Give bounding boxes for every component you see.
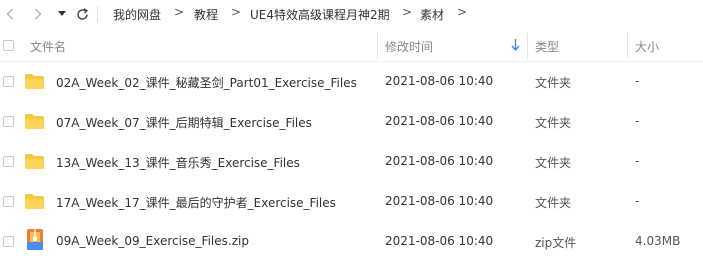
breadcrumb-item-my-drive[interactable]: 我的网盘 [113,6,161,23]
file-row[interactable]: 02A_Week_02_课件_秘藏圣剑_Part01_Exercise_File… [0,62,703,102]
file-size: 4.03MB [635,234,681,248]
file-row[interactable]: 07A_Week_07_课件_后期特辑_Exercise_Files 2021-… [0,102,703,142]
toolbar-divider [97,6,98,22]
row-checkbox[interactable] [3,156,14,167]
breadcrumb-item-course[interactable]: UE4特效高级课程月神2期 [250,6,390,23]
file-row[interactable]: 09A_Week_09_Exercise_Files.zip 2021-08-0… [0,222,703,262]
caret-down-icon [58,11,66,16]
zip-file-icon [27,229,43,250]
column-divider[interactable] [527,33,528,59]
column-divider[interactable] [377,33,378,59]
refresh-button[interactable] [74,5,90,23]
chevron-left-icon [6,8,13,20]
file-row[interactable]: 17A_Week_17_课件_最后的守护者_Exercise_Files 202… [0,182,703,222]
column-header-name[interactable]: 文件名 [30,38,66,55]
file-list-header: 文件名 修改时间 类型 大小 [0,34,703,58]
folder-icon [25,194,44,209]
file-modified-time: 2021-08-06 10:40 [385,114,494,128]
navigation-toolbar: 我的网盘 > 教程 > UE4特效高级课程月神2期 > 素材 > [0,0,703,29]
row-checkbox[interactable] [3,196,14,207]
file-size: - [635,154,640,168]
file-name[interactable]: 09A_Week_09_Exercise_Files.zip [56,234,249,248]
breadcrumb-separator: > [402,5,413,19]
refresh-icon [76,7,88,20]
sort-descending-icon[interactable] [511,39,520,51]
file-row[interactable]: 13A_Week_13_课件_音乐秀_Exercise_Files 2021-0… [0,142,703,182]
file-type: 文件夹 [535,196,572,210]
file-type: 文件夹 [535,116,572,130]
folder-icon [25,154,44,169]
file-modified-time: 2021-08-06 10:40 [385,74,494,88]
file-size: - [635,114,640,128]
select-all-checkbox[interactable] [3,40,14,51]
file-size: - [635,194,640,208]
file-name[interactable]: 02A_Week_02_课件_秘藏圣剑_Part01_Exercise_File… [56,74,357,91]
breadcrumb-item-tutorials[interactable]: 教程 [194,6,218,23]
folder-icon [25,74,44,89]
file-name[interactable]: 13A_Week_13_课件_音乐秀_Exercise_Files [56,154,300,171]
breadcrumb-separator: > [231,5,242,19]
row-checkbox[interactable] [3,76,14,87]
file-type: 文件夹 [535,76,572,90]
file-size: - [635,74,640,88]
file-modified-time: 2021-08-06 10:40 [385,154,494,168]
file-name[interactable]: 17A_Week_17_课件_最后的守护者_Exercise_Files [56,194,336,211]
row-checkbox[interactable] [3,236,14,247]
column-divider[interactable] [627,33,628,59]
chevron-right-icon [35,8,42,20]
breadcrumb-separator: > [457,5,468,19]
breadcrumb-item-materials[interactable]: 素材 [420,6,444,23]
folder-icon [25,114,44,129]
back-button[interactable] [3,5,17,23]
column-header-modified[interactable]: 修改时间 [385,38,433,55]
row-checkbox[interactable] [3,116,14,127]
file-modified-time: 2021-08-06 10:40 [385,234,494,248]
file-type: zip文件 [535,236,577,250]
breadcrumb-separator: > [174,5,185,19]
file-type: 文件夹 [535,156,572,170]
column-header-type[interactable]: 类型 [535,38,559,55]
history-dropdown-button[interactable] [56,5,68,23]
file-modified-time: 2021-08-06 10:40 [385,194,494,208]
file-name[interactable]: 07A_Week_07_课件_后期特辑_Exercise_Files [56,114,312,131]
column-header-size[interactable]: 大小 [635,38,659,55]
forward-button[interactable] [31,5,45,23]
